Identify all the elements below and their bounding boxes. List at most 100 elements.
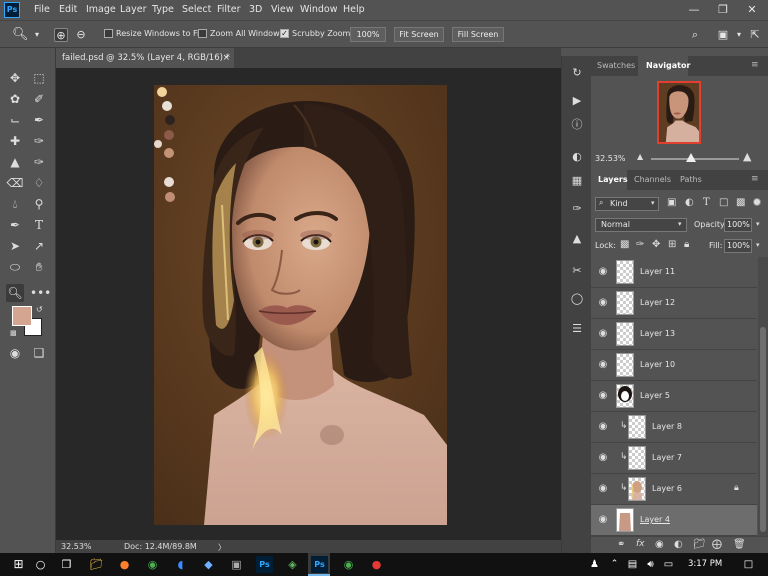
windows-start-icon[interactable]: ⊞ — [10, 556, 27, 573]
hand-tool-icon[interactable]: ✋︎ — [30, 258, 48, 276]
eraser-tool-icon[interactable]: ⌫ — [6, 174, 24, 192]
document-tab[interactable]: failed.psd @ 32.5% (Layer 4, RGB/16) * × — [56, 48, 234, 68]
tab-navigator[interactable]: Navigator — [646, 61, 690, 70]
menu-window[interactable]: Window — [300, 4, 337, 15]
lock-position-icon[interactable]: ✥ — [652, 239, 660, 250]
battery-icon[interactable]: ▭ — [660, 556, 677, 573]
swap-colors-icon[interactable]: ↺ — [36, 305, 43, 314]
minimize-button[interactable]: — — [684, 2, 704, 18]
artwork-canvas[interactable] — [154, 85, 447, 525]
visibility-eye-icon[interactable]: ◉ — [597, 483, 609, 495]
quick-mask-icon[interactable]: ◉ — [6, 344, 24, 362]
zoom-tool-icon[interactable]: 🔍︎ — [6, 284, 24, 302]
chevron-down-icon[interactable]: ▾ — [756, 220, 760, 228]
menu-image[interactable]: Image — [86, 4, 116, 15]
layer-row[interactable]: ◉ Layer 11 — [591, 257, 757, 288]
more-tools-icon[interactable]: ••• — [30, 284, 51, 302]
properties-panel-icon[interactable]: ☰ — [568, 320, 586, 338]
photoshop-logo-icon[interactable]: Ps — [4, 2, 20, 18]
menu-layer[interactable]: Layer — [120, 4, 147, 15]
app-icon[interactable]: ◉ — [340, 556, 357, 573]
tab-layers[interactable]: Layers — [598, 175, 628, 184]
eyedropper-tool-icon[interactable]: ✒ — [30, 111, 48, 129]
filter-type-icon[interactable]: T — [703, 197, 710, 208]
filter-toggle-icon[interactable] — [753, 198, 761, 206]
brush-tool-icon[interactable]: ✑ — [30, 132, 48, 150]
resize-windows-checkbox[interactable] — [104, 29, 113, 38]
search-icon[interactable]: ⌕ — [688, 28, 702, 42]
people-icon[interactable]: ♟ — [586, 556, 603, 573]
canvas-area[interactable] — [56, 68, 561, 540]
zoom-out-icon[interactable]: ⊖ — [74, 28, 88, 42]
layer-row[interactable]: ◉ Layer 12 — [591, 288, 757, 319]
zoom-tool-preset-icon[interactable]: 🔍︎ — [12, 28, 29, 42]
paint-bucket-tool-icon[interactable]: ♢ — [30, 174, 48, 192]
visibility-eye-icon[interactable]: ◉ — [597, 514, 609, 526]
app-icon[interactable]: ▣ — [228, 556, 245, 573]
navigator-zoom-value[interactable]: 32.53% — [595, 154, 626, 163]
volume-icon[interactable]: 🔊︎ — [642, 556, 659, 573]
zoom-in-mountain-icon[interactable]: ▲ — [743, 150, 751, 163]
network-icon[interactable]: ▤ — [624, 556, 641, 573]
lock-pixels-icon[interactable]: ✑ — [636, 239, 644, 250]
history-brush-tool-icon[interactable]: ✑ — [30, 153, 48, 171]
menu-3d[interactable]: 3D — [249, 4, 262, 15]
clone-source-icon[interactable]: ▲ — [568, 230, 586, 248]
add-mask-icon[interactable]: ◉ — [655, 539, 664, 550]
brush-settings-icon[interactable]: ✑ — [568, 200, 586, 218]
chevron-down-icon[interactable]: ▾ — [30, 28, 44, 42]
zoom-100-button[interactable]: 100% — [350, 27, 386, 42]
workspace-icon[interactable]: ▣ — [716, 28, 730, 42]
taskbar-clock[interactable]: 3:17 PM — [688, 559, 722, 569]
link-layers-icon[interactable]: ⚭ — [617, 539, 625, 550]
layer-row[interactable]: ◉ ↳ Layer 6 🔒︎ — [591, 474, 757, 505]
cortana-icon[interactable]: ○ — [32, 556, 49, 573]
healing-brush-tool-icon[interactable]: ✚ — [6, 132, 24, 150]
status-zoom[interactable]: 32.53% — [61, 542, 92, 551]
quick-selection-tool-icon[interactable]: ✐ — [30, 90, 48, 108]
firefox-icon[interactable]: ● — [116, 556, 133, 573]
layer-row[interactable]: ◉ Layer 4 — [591, 505, 757, 536]
3d-panel-icon[interactable]: ◯ — [568, 290, 586, 308]
tool-presets-icon[interactable]: ✂ — [568, 262, 586, 280]
lasso-tool-icon[interactable]: ✿ — [6, 90, 24, 108]
menu-select[interactable]: Select — [182, 4, 211, 15]
filter-adjustment-icon[interactable]: ◐ — [685, 197, 694, 208]
zoom-in-icon[interactable]: ⊕ — [54, 28, 68, 42]
app-icon[interactable]: ● — [368, 556, 385, 573]
scrubby-zoom-checkbox[interactable]: ✓ — [280, 29, 289, 38]
share-icon[interactable]: ⇱ — [748, 28, 762, 42]
app-icon[interactable]: ◈ — [284, 556, 301, 573]
filter-pixel-icon[interactable]: ▣ — [667, 197, 676, 208]
chrome-icon[interactable]: ◉ — [144, 556, 161, 573]
marquee-tool-icon[interactable]: ⬚ — [30, 69, 48, 87]
delete-layer-icon[interactable]: 🗑︎ — [733, 539, 746, 550]
menu-file[interactable]: File — [34, 4, 50, 15]
zoom-out-mountain-icon[interactable]: ▲ — [637, 152, 643, 161]
adjustment-layer-icon[interactable]: ◐ — [674, 539, 683, 550]
menu-view[interactable]: View — [271, 4, 294, 15]
navigator-preview[interactable] — [657, 81, 701, 144]
lock-transparent-icon[interactable]: ▩ — [620, 239, 629, 250]
adjustments-panel-icon[interactable]: ▦ — [568, 172, 586, 190]
panel-menu-icon[interactable]: ≡ — [751, 60, 759, 70]
task-view-icon[interactable]: ❐ — [58, 556, 75, 573]
crop-tool-icon[interactable]: ⌙ — [6, 111, 24, 129]
new-layer-icon[interactable]: ⨁ — [712, 539, 722, 550]
menu-edit[interactable]: Edit — [59, 4, 77, 15]
layer-row[interactable]: ◉ Layer 13 — [591, 319, 757, 350]
scrollbar-thumb[interactable] — [760, 327, 766, 532]
layer-row[interactable]: ◉ ↳ Layer 8 — [591, 412, 757, 443]
dodge-tool-icon[interactable]: ⚲ — [30, 195, 48, 213]
menu-help[interactable]: Help — [343, 4, 365, 15]
visibility-eye-icon[interactable]: ◉ — [597, 452, 609, 464]
show-hidden-icons[interactable]: ⌃ — [606, 556, 623, 573]
lock-artboard-icon[interactable]: ⊞ — [668, 239, 676, 250]
photoshop-taskbar-icon[interactable]: Ps — [256, 556, 273, 573]
visibility-eye-icon[interactable]: ◉ — [597, 328, 609, 340]
layer-list[interactable]: ◉ Layer 11 ◉ Layer 12 ◉ Layer 13 ◉ Layer 10 ◉ Lay… — [591, 257, 768, 536]
opacity-input[interactable]: 100% — [724, 218, 752, 232]
visibility-eye-icon[interactable]: ◉ — [597, 297, 609, 309]
chevron-down-icon[interactable]: ▾ — [756, 241, 760, 249]
screen-mode-icon[interactable]: ❑ — [30, 344, 48, 362]
